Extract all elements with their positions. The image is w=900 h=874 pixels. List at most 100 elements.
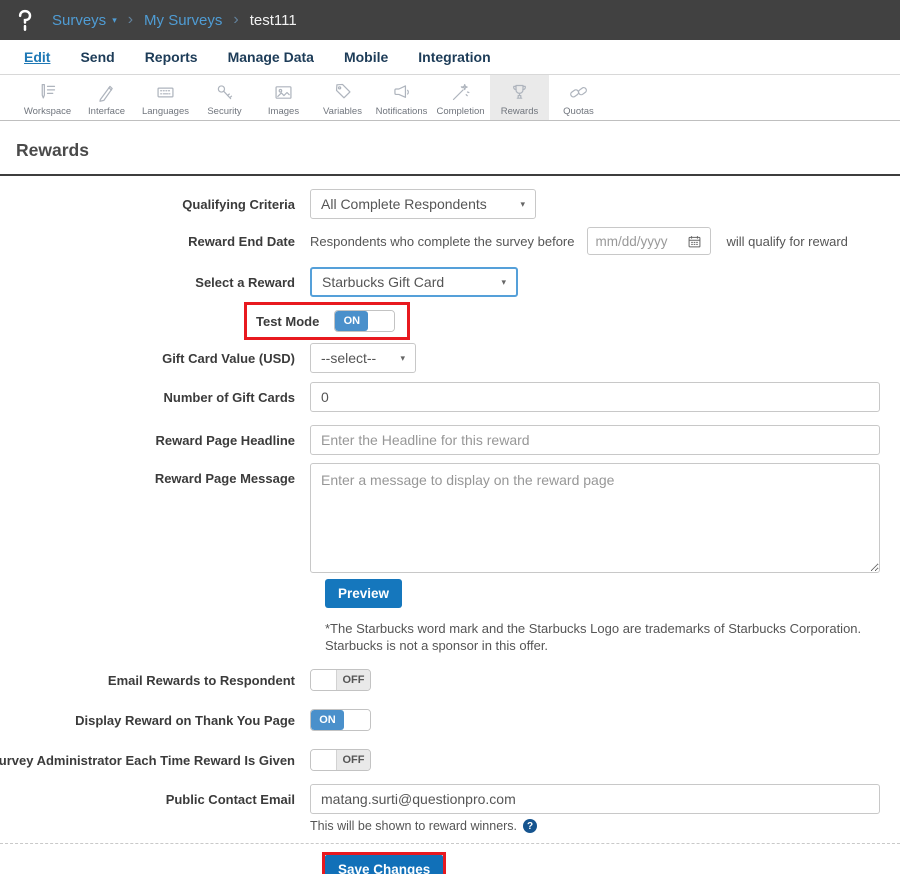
date-placeholder: mm/dd/yyyy xyxy=(595,233,668,249)
quotas-icon xyxy=(570,87,587,98)
select-caret-icon: ▾ xyxy=(520,198,525,209)
test-mode-annotation: Test Mode ON xyxy=(244,302,411,340)
toolbar-item-quotas[interactable]: Quotas xyxy=(549,75,608,120)
reward-page-message-textarea[interactable] xyxy=(310,463,880,573)
starbucks-disclaimer-text: *The Starbucks word mark and the Starbuc… xyxy=(325,621,862,654)
toolbar-item-label: Completion xyxy=(436,106,485,117)
rewards-form: Qualifying Criteria All Complete Respond… xyxy=(0,176,900,874)
toolbar-item-languages[interactable]: Languages xyxy=(136,75,195,120)
toggle-off-label: OFF xyxy=(337,670,370,691)
toolbar-item-completion[interactable]: Completion xyxy=(431,75,490,120)
top-bar: Surveys ▾ › My Surveys › test111 xyxy=(0,0,900,40)
breadcrumb-my-surveys[interactable]: My Surveys xyxy=(144,12,222,29)
toolbar-item-variables[interactable]: Variables xyxy=(313,75,372,120)
select-reward-value: Starbucks Gift Card xyxy=(322,274,445,290)
select-caret-icon: ▾ xyxy=(400,352,405,363)
breadcrumb-separator-icon: › xyxy=(233,11,239,28)
select-reward-select[interactable]: Starbucks Gift Card ▾ xyxy=(310,267,518,297)
menu-item-edit[interactable]: Edit xyxy=(24,49,50,65)
gift-card-value-select[interactable]: --select-- ▾ xyxy=(310,343,416,373)
reward-end-date-label: Reward End Date xyxy=(188,233,295,249)
gift-card-value-selected: --select-- xyxy=(321,350,377,366)
menu-item-send[interactable]: Send xyxy=(80,49,114,65)
qualifying-criteria-select[interactable]: All Complete Respondents ▾ xyxy=(310,189,536,219)
test-mode-label: Test Mode xyxy=(256,313,320,329)
public-contact-email-label: Public Contact Email xyxy=(165,792,295,808)
toolbar-item-images[interactable]: Images xyxy=(254,75,313,120)
save-changes-button[interactable]: Save Changes xyxy=(325,855,444,874)
test-mode-toggle[interactable]: ON xyxy=(334,310,396,332)
reward-page-message-label: Reward Page Message xyxy=(154,471,295,486)
breadcrumb-surveys-label: Surveys xyxy=(52,11,107,29)
languages-icon xyxy=(157,87,174,98)
email-admin-toggle[interactable]: OFF xyxy=(310,749,371,772)
toolbar-item-interface[interactable]: Interface xyxy=(77,75,136,120)
interface-icon xyxy=(99,85,113,102)
menu-item-mobile[interactable]: Mobile xyxy=(344,49,388,65)
end-date-prefix-text: Respondents who complete the survey befo… xyxy=(310,233,575,249)
breadcrumb-separator-icon: › xyxy=(127,11,134,28)
toolbar-item-label: Variables xyxy=(323,106,362,117)
help-icon[interactable]: ? xyxy=(523,819,538,834)
edit-toolbar: Workspace Interface Languages Security I… xyxy=(0,75,900,121)
security-icon xyxy=(217,85,233,100)
select-reward-label: Select a Reward xyxy=(195,274,295,290)
toggle-off-label: OFF xyxy=(337,750,370,771)
rewards-icon xyxy=(513,84,526,99)
toolbar-item-rewards[interactable]: Rewards xyxy=(490,75,549,120)
menu-item-integration[interactable]: Integration xyxy=(418,49,490,65)
page-title: Rewards xyxy=(16,140,89,160)
toggle-on-label: ON xyxy=(335,311,369,331)
end-date-suffix-text: will qualify for reward xyxy=(726,233,848,249)
toolbar-item-label: Images xyxy=(267,106,300,117)
qualifying-criteria-label: Qualifying Criteria xyxy=(182,196,295,212)
email-rewards-label: Email Rewards to Respondent xyxy=(107,672,295,688)
save-changes-annotation: Save Changes xyxy=(322,852,447,874)
workspace-icon xyxy=(41,84,56,99)
breadcrumb-survey-name: test111 xyxy=(249,11,297,29)
toolbar-item-security[interactable]: Security xyxy=(195,75,254,120)
variables-icon xyxy=(335,83,351,99)
gift-card-value-label: Gift Card Value (USD) xyxy=(162,350,295,366)
reward-page-headline-label: Reward Page Headline xyxy=(155,432,295,448)
display-reward-toggle[interactable]: ON xyxy=(310,709,371,732)
images-icon xyxy=(275,86,292,99)
toolbar-item-notifications[interactable]: Notifications xyxy=(372,75,431,120)
number-of-gift-cards-input[interactable] xyxy=(310,382,880,412)
toolbar-item-label: Notifications xyxy=(375,106,428,117)
menu-item-manage-data[interactable]: Manage Data xyxy=(228,49,314,65)
public-contact-email-input[interactable] xyxy=(310,784,880,815)
toolbar-item-label: Languages xyxy=(141,106,190,117)
select-caret-icon: ▾ xyxy=(501,276,506,287)
preview-button[interactable]: Preview xyxy=(325,579,403,608)
toolbar-item-label: Workspace xyxy=(23,106,72,117)
toggle-knob xyxy=(311,670,337,691)
email-rewards-toggle[interactable]: OFF xyxy=(310,669,371,692)
chevron-down-icon: ▾ xyxy=(112,14,117,25)
qualifying-criteria-value: All Complete Respondents xyxy=(321,196,487,212)
toolbar-item-label: Interface xyxy=(88,106,125,117)
toggle-knob xyxy=(368,311,395,331)
main-menu: Edit Send Reports Manage Data Mobile Int… xyxy=(0,40,900,75)
contact-email-helper-text: This will be shown to reward winners. xyxy=(310,819,518,834)
toolbar-item-label: Security xyxy=(207,106,242,117)
calendar-icon xyxy=(688,235,700,247)
toggle-knob xyxy=(311,750,337,771)
number-of-gift-cards-label: Number of Gift Cards xyxy=(163,389,295,405)
questionpro-logo-icon[interactable] xyxy=(12,7,38,33)
section-divider xyxy=(0,843,900,845)
toggle-knob xyxy=(344,710,370,731)
toolbar-item-label: Quotas xyxy=(563,106,594,117)
email-admin-label: Email Survey Administrator Each Time Rew… xyxy=(0,752,295,768)
reward-end-date-input[interactable]: mm/dd/yyyy xyxy=(586,227,711,255)
completion-icon xyxy=(452,84,470,101)
menu-item-reports[interactable]: Reports xyxy=(145,49,198,65)
toggle-on-label: ON xyxy=(311,710,344,731)
toolbar-item-label: Rewards xyxy=(500,106,539,117)
toolbar-item-workspace[interactable]: Workspace xyxy=(18,75,77,120)
breadcrumb-my-surveys-label: My Surveys xyxy=(144,11,223,29)
notifications-icon xyxy=(394,85,409,98)
display-reward-label: Display Reward on Thank You Page xyxy=(75,712,295,728)
breadcrumb-surveys[interactable]: Surveys ▾ xyxy=(52,12,117,29)
reward-page-headline-input[interactable] xyxy=(310,425,880,455)
